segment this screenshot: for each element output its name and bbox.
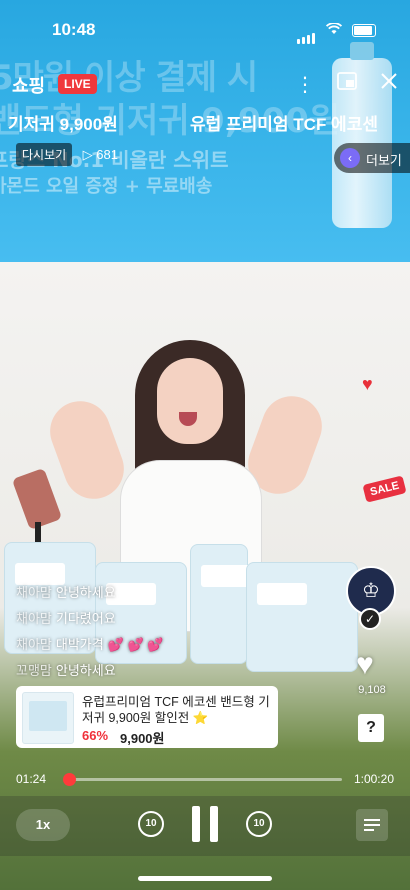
heart-icon[interactable]: ♥ [356,648,374,682]
battery-icon [352,24,376,37]
total-time: 1:00:20 [353,772,394,786]
pip-icon[interactable] [334,72,360,96]
product-discount: 66% [82,728,109,743]
playlist-icon[interactable] [356,809,388,841]
product-title-left: 기저귀 9,900원 [8,115,118,134]
more-button[interactable]: ‹ 더보기 [334,143,410,173]
progress-track[interactable] [62,773,342,786]
view-count: ▷ 681 [82,147,118,162]
chevron-left-icon: ‹ [340,148,360,168]
chat-text: 안녕하세요 [55,663,116,678]
chat-message: 채아맘 안녕하세요 [16,582,116,601]
pause-icon[interactable] [190,806,220,842]
live-banner: 5만원 이상 결제 시 밴드형 기저귀 9,900원 프랑스 No.1 비올란 … [0,0,410,262]
chat-message: 채아맘 대박가격 💕 💕 💕 [16,634,164,653]
chat-hearts: 💕 💕 💕 [107,637,164,652]
chat-nickname: 채아맘 [16,585,52,600]
replay-badge: 다시보기 [16,143,73,166]
diaper-pack [246,562,358,672]
live-header: 쇼핑 LIVE ⋮ [0,70,410,106]
more-button-label: 더보기 [366,153,402,168]
product-card[interactable]: 유럽프리미엄 TCF 에코센 밴드형 기저귀 9,900원 할인전 ⭐ 66% … [16,686,278,748]
product-price: 9,900원 [120,731,165,746]
product-title-right: 유럽 프리미엄 TCF 에코센 [190,115,378,134]
status-time: 10:48 [52,20,96,39]
chat-message: 꼬맹맘 안녕하세요 [16,660,116,679]
signal-icon [297,26,317,44]
host [41,340,331,740]
progress-thumb[interactable] [62,773,76,786]
chat-text: 대박가격 [55,637,104,652]
product-name: 유럽프리미엄 TCF 에코센 밴드형 기저귀 9,900원 할인전 ⭐ [82,695,270,725]
forward-10-icon[interactable]: 10 [246,811,272,837]
live-badge: LIVE [58,74,97,94]
close-icon[interactable] [376,72,402,96]
chat-text: 안녕하세요 [55,585,116,600]
chat-nickname: 꼬맹맘 [16,663,52,678]
rewind-10-icon[interactable]: 10 [138,811,164,837]
heart-sticker-icon: ♥ [362,374,373,394]
status-bar: 10:48 [0,0,410,48]
progress-row: 01:24 1:00:20 [0,768,410,790]
page-title: 쇼핑 [12,76,46,96]
chat-text: 기다렸어요 [55,611,116,626]
current-time: 01:24 [16,772,47,786]
banner-line-4: 아몬드 오일 증정 + 무료배송 [0,175,213,197]
check-icon[interactable]: ✓ [359,608,381,630]
wifi-icon [325,22,343,38]
playback-controls: 1x 10 10 [0,796,410,856]
replay-row: 다시보기 ▷ 681 [16,143,118,166]
home-indicator [138,876,272,881]
chat-nickname: 채아맘 [16,637,52,652]
like-count: 9,108 [358,684,386,696]
diaper-pack [190,544,251,664]
chat-message: 채아맘 기다렸어요 [16,608,116,627]
kebab-icon[interactable]: ⋮ [292,72,318,97]
product-thumbnail [22,692,74,744]
speed-button[interactable]: 1x [16,809,70,841]
quiz-button[interactable]: ? [358,714,384,742]
sale-sticker: SALE [362,475,407,503]
chat-nickname: 채아맘 [16,611,52,626]
